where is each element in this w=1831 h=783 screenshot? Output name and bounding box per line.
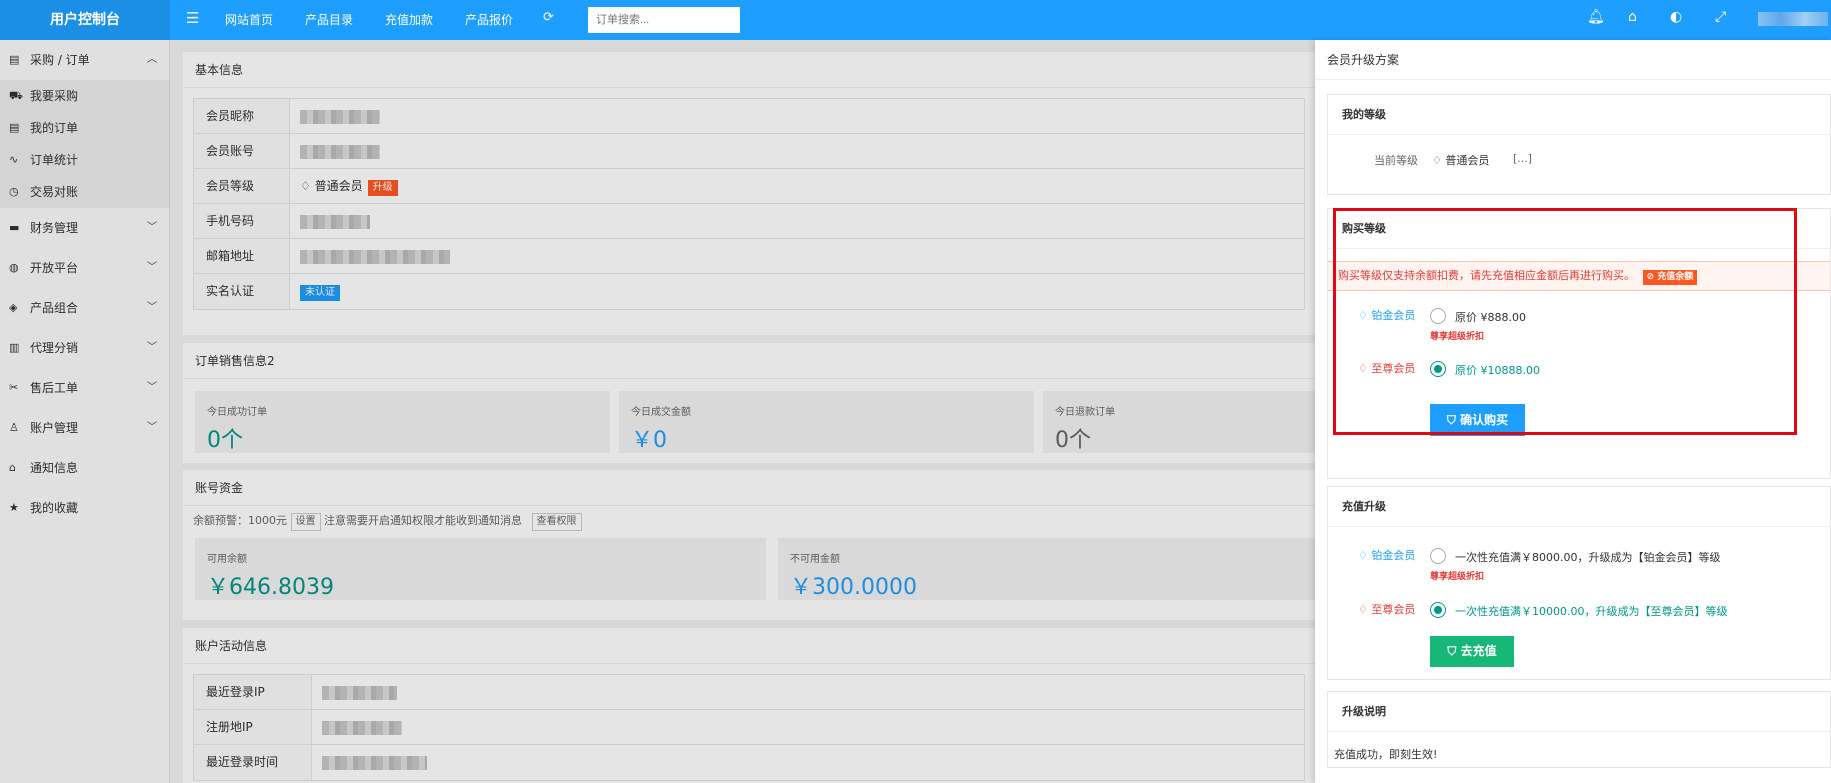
platinum-recharge-text: 一次性充值满￥8000.00，升级成为【铂金会员】等级	[1455, 551, 1721, 564]
current-level-label: 当前等级	[1374, 154, 1418, 167]
card-title: 我的等级	[1328, 95, 1830, 135]
supreme-level-label: ♢ 至尊会员	[1358, 601, 1415, 617]
current-level-value: 普通会员	[1445, 154, 1490, 167]
button-label: 去充值	[1460, 644, 1497, 658]
fullscreen-icon[interactable]: ⤢	[1715, 9, 1726, 25]
my-level-card: 我的等级 当前等级 ♢ 普通会员 [...]	[1327, 94, 1831, 195]
purchase-notice: 购买等级仅支持余额扣费，请先充值相应金额后再进行购买。 ⊘ 充值余额	[1328, 261, 1830, 291]
palette-icon[interactable]: ◐	[1670, 9, 1682, 25]
panel-title: 会员升级方案	[1315, 40, 1831, 80]
level-name: 铂金会员	[1371, 309, 1416, 322]
card-title: 购买等级	[1328, 209, 1830, 249]
refresh-icon[interactable]: ⟳	[543, 10, 554, 25]
upgrade-panel: 会员升级方案 我的等级 当前等级 ♢ 普通会员 [...] 购买等级 购买等级仅…	[1315, 40, 1831, 783]
supreme-radio[interactable]	[1430, 361, 1446, 377]
explain-text: 充值成功，即刻生效!	[1334, 748, 1438, 761]
supreme-recharge-text: 一次性充值满￥10000.00，升级成为【至尊会员】等级	[1455, 605, 1728, 618]
order-search-input[interactable]	[588, 7, 740, 33]
level-name: 至尊会员	[1371, 603, 1416, 616]
supreme-price: 原价 ¥10888.00	[1455, 364, 1540, 377]
diamond-icon: ♢	[1358, 549, 1368, 562]
supreme-level-label: ♢ 至尊会员	[1358, 360, 1415, 376]
diamond-icon: ♢	[1358, 603, 1368, 616]
diamond-icon: ♢	[1358, 309, 1368, 322]
confirm-purchase-button[interactable]: ⛉ 确认购买	[1430, 404, 1525, 436]
shield-icon: ⛉	[1447, 644, 1457, 658]
top-nav: 网站首页 产品目录 充值加款 产品报价	[225, 0, 545, 40]
buy-level-card: 购买等级 购买等级仅支持余额扣费，请先充值相应金额后再进行购买。 ⊘ 充值余额 …	[1327, 208, 1831, 479]
bell-icon[interactable]: 🔔︎	[1587, 9, 1605, 25]
menu-icon[interactable]: ☰	[186, 9, 199, 27]
level-name: 至尊会员	[1371, 362, 1416, 375]
supreme-recharge-radio[interactable]	[1430, 602, 1446, 618]
tag-icon[interactable]: ⌂	[1628, 9, 1637, 25]
shield-icon: ⛉	[1446, 413, 1456, 427]
recharge-upgrade-card: 充值升级 ♢ 铂金会员 一次性充值满￥8000.00，升级成为【铂金会员】等级 …	[1327, 486, 1831, 680]
platinum-discount-hint: 尊享超级折扣	[1430, 572, 1485, 582]
upgrade-explain-card: 升级说明 充值成功，即刻生效!	[1327, 691, 1831, 768]
card-title: 升级说明	[1328, 692, 1830, 732]
platinum-discount-hint: 尊享超级折扣	[1430, 332, 1485, 342]
platinum-recharge-radio[interactable]	[1430, 548, 1446, 564]
diamond-icon: ♢	[1358, 362, 1368, 375]
brand-title[interactable]: 用户控制台	[0, 0, 170, 40]
more-link[interactable]: [...]	[1513, 152, 1532, 165]
user-avatar[interactable]	[1758, 12, 1828, 26]
platinum-level-label: ♢ 铂金会员	[1358, 307, 1415, 323]
card-title: 充值升级	[1328, 487, 1830, 527]
platinum-level-label: ♢ 铂金会员	[1358, 547, 1415, 563]
top-header: 用户控制台 ☰ 网站首页 产品目录 充值加款 产品报价 ⟳ 🔔︎ ⌂ ◐ ⤢	[0, 0, 1831, 40]
button-label: 充值余额	[1657, 272, 1694, 282]
button-label: 确认购买	[1460, 413, 1509, 427]
platinum-radio[interactable]	[1430, 308, 1446, 324]
level-name: 铂金会员	[1371, 549, 1416, 562]
nav-home[interactable]: 网站首页	[225, 0, 273, 40]
go-recharge-button[interactable]: ⛉ 去充值	[1430, 636, 1514, 667]
platinum-price: 原价 ¥888.00	[1455, 311, 1526, 324]
nav-recharge[interactable]: 充值加款	[385, 0, 433, 40]
diamond-icon: ♢	[1432, 154, 1442, 167]
current-level: ♢ 普通会员	[1432, 152, 1489, 168]
nav-catalog[interactable]: 产品目录	[305, 0, 353, 40]
recharge-balance-button[interactable]: ⊘ 充值余额	[1642, 270, 1698, 285]
nav-quote[interactable]: 产品报价	[465, 0, 513, 40]
modal-backdrop[interactable]	[0, 40, 1315, 783]
notice-text: 购买等级仅支持余额扣费，请先充值相应金额后再进行购买。	[1338, 269, 1635, 282]
